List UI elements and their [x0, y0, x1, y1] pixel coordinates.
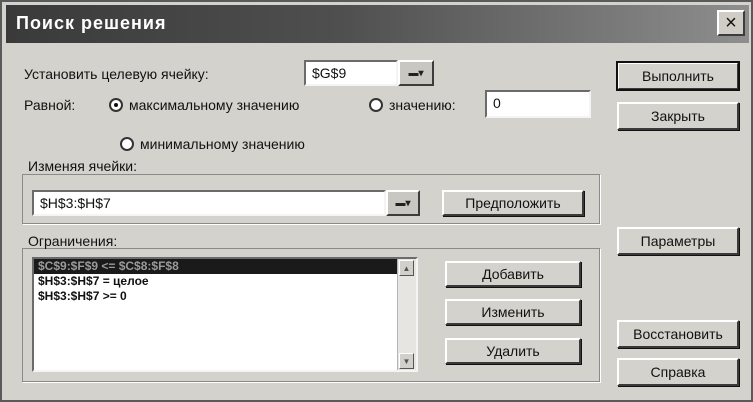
title-bar: Поиск решения ×	[6, 5, 749, 43]
radio-min[interactable]	[120, 137, 134, 151]
changing-cells-input[interactable]: $H$3:$H$7	[32, 190, 386, 216]
add-button[interactable]: Добавить	[445, 261, 581, 287]
radio-value-label: значению:	[389, 97, 456, 113]
list-item[interactable]: $H$3:$H$7 >= 0	[34, 289, 416, 304]
delete-button[interactable]: Удалить	[445, 338, 581, 364]
dialog-title: Поиск решения	[16, 13, 167, 33]
close-icon[interactable]: ×	[717, 10, 745, 36]
close-button[interactable]: Закрыть	[617, 102, 739, 130]
target-cell-collapse-icon[interactable]: ▬▾	[398, 60, 434, 86]
execute-button[interactable]: Выполнить	[616, 61, 740, 91]
change-button[interactable]: Изменить	[445, 299, 581, 325]
value-input[interactable]: 0	[485, 90, 591, 118]
radio-max-label: максимальному значению	[129, 97, 300, 113]
constraints-list[interactable]: $C$9:$F$9 <= $C$8:$F$8 $H$3:$H$7 = целое…	[32, 257, 418, 372]
target-cell-input[interactable]: $G$9	[304, 60, 398, 86]
constraints-scrollbar[interactable]: ▲ ▼	[397, 259, 416, 370]
radio-value[interactable]	[369, 98, 383, 112]
changing-cells-label: Изменяя ячейки:	[28, 158, 137, 174]
scroll-up-icon[interactable]: ▲	[399, 260, 414, 276]
list-item[interactable]: $C$9:$F$9 <= $C$8:$F$8	[34, 259, 416, 274]
changing-cells-collapse-icon[interactable]: ▬▾	[386, 190, 420, 216]
scroll-down-icon[interactable]: ▼	[399, 353, 414, 369]
help-button[interactable]: Справка	[617, 358, 739, 386]
reset-button[interactable]: Восстановить	[617, 320, 739, 348]
radio-min-label: минимальному значению	[140, 136, 305, 152]
guess-button[interactable]: Предположить	[442, 190, 584, 216]
constraints-label: Ограничения:	[28, 233, 118, 249]
list-item[interactable]: $H$3:$H$7 = целое	[34, 274, 416, 289]
options-button[interactable]: Параметры	[617, 227, 739, 255]
radio-max[interactable]	[109, 98, 123, 112]
equal-to-label: Равной:	[24, 97, 76, 113]
target-cell-label: Установить целевую ячейку:	[24, 66, 209, 82]
solver-dialog: Поиск решения × Установить целевую ячейк…	[0, 0, 753, 402]
